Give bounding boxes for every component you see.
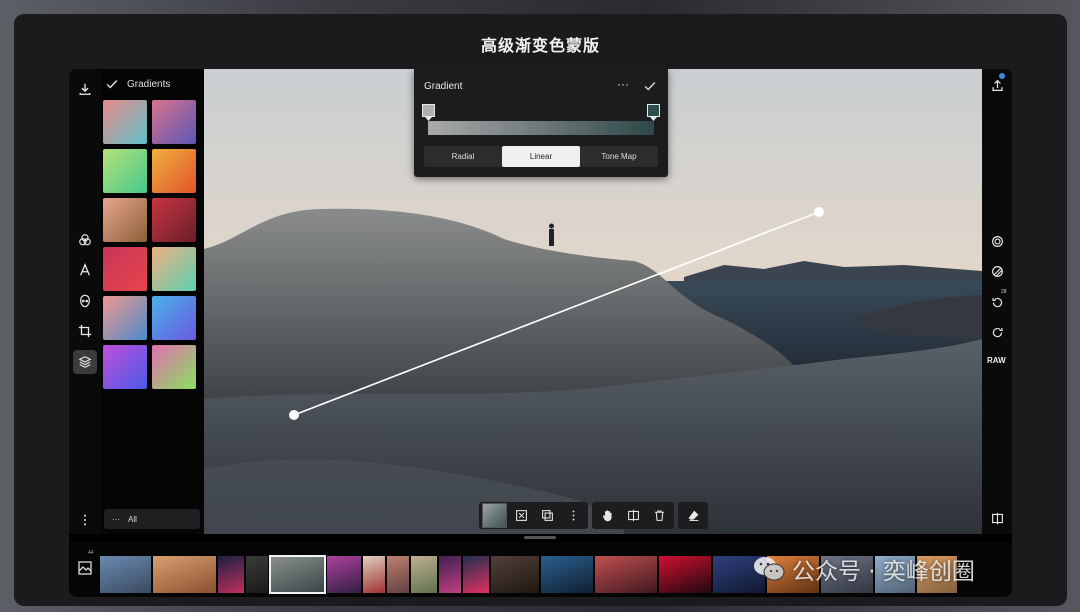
gradient-swatch[interactable] <box>152 296 196 340</box>
gradient-swatch[interactable] <box>152 198 196 242</box>
gradient-bar[interactable] <box>428 121 654 135</box>
filmstrip-thumbnail[interactable] <box>463 556 489 593</box>
tab-linear[interactable]: Linear <box>502 146 580 167</box>
fit-icon[interactable] <box>509 504 533 528</box>
watermark-text: 公众号 · 奕峰创圈 <box>792 559 975 585</box>
layers-icon[interactable] <box>73 350 97 374</box>
gradients-title: Gradients <box>127 78 171 90</box>
gradient-swatch[interactable] <box>103 198 147 242</box>
filmstrip-thumbnail[interactable] <box>411 556 437 593</box>
tab-radial[interactable]: Radial <box>424 146 502 167</box>
more-icon[interactable] <box>561 504 585 528</box>
slide-title: 高级渐变色蒙版 <box>480 36 600 55</box>
filmstrip-thumbnail[interactable] <box>595 556 657 593</box>
gradient-confirm-icon[interactable] <box>643 79 657 93</box>
spiral-icon[interactable] <box>988 232 1006 250</box>
mask-thumbnail[interactable] <box>482 503 507 528</box>
download-icon[interactable] <box>73 77 97 101</box>
left-toolbar <box>69 69 101 534</box>
history-count: 28 <box>1001 289 1007 295</box>
mask-erase-group <box>678 502 708 529</box>
gradient-swatch[interactable] <box>103 296 147 340</box>
filmstrip-thumbnail[interactable] <box>218 556 244 593</box>
panel-drag-handle[interactable] <box>524 536 556 539</box>
slide-frame: 高级渐变色蒙版 Gradients ··· All Gradient ··· R… <box>14 14 1067 606</box>
photo-editor-app: Gradients ··· All Gradient ··· Radial Li… <box>69 69 1012 597</box>
right-toolbar: 28 RAW <box>982 69 1012 534</box>
filmstrip-thumbnail[interactable] <box>541 556 593 593</box>
hand-icon[interactable] <box>595 504 619 528</box>
face-icon[interactable] <box>73 289 97 313</box>
photo-count: 44 <box>88 550 94 556</box>
gradient-dialog: Gradient ··· Radial Linear Tone Map <box>414 69 668 177</box>
gradient-swatch[interactable] <box>103 345 147 389</box>
gradients-panel: Gradients <box>101 69 204 534</box>
blend-icon[interactable] <box>73 228 97 252</box>
crop-icon[interactable] <box>73 319 97 343</box>
gradient-stop-right[interactable] <box>647 104 660 121</box>
compare-icon[interactable] <box>988 509 1006 527</box>
filmstrip-thumbnail[interactable] <box>363 556 385 593</box>
gradient-swatch[interactable] <box>103 100 147 144</box>
tab-tone-map[interactable]: Tone Map <box>580 146 658 167</box>
filmstrip-thumbnail[interactable] <box>659 556 711 593</box>
confirm-check-icon[interactable] <box>105 77 119 91</box>
filmstrip-thumbnail[interactable] <box>491 556 539 593</box>
mask-edit-group <box>592 502 674 529</box>
all-label: All <box>128 514 137 524</box>
filmstrip-thumbnail[interactable] <box>387 556 409 593</box>
gradient-type-tabs: Radial Linear Tone Map <box>424 146 658 167</box>
undo-icon[interactable] <box>988 323 1006 341</box>
notification-dot <box>999 73 1005 79</box>
gradient-swatch[interactable] <box>103 247 147 291</box>
all-dots: ··· <box>112 514 120 524</box>
filmstrip-thumbnail[interactable] <box>246 556 268 593</box>
filmstrip-thumbnail[interactable] <box>100 556 151 593</box>
wechat-logo-icon <box>754 557 785 581</box>
mask-toolbar <box>479 502 708 529</box>
gallery-icon[interactable] <box>77 560 93 576</box>
duplicate-icon[interactable] <box>535 504 559 528</box>
split-icon[interactable] <box>621 504 645 528</box>
gradient-swatch[interactable] <box>152 100 196 144</box>
gradient-more-icon[interactable]: ··· <box>617 77 629 91</box>
gradient-dialog-title: Gradient <box>424 81 463 92</box>
slash-circle-icon[interactable] <box>988 262 1006 280</box>
more-vertical-icon[interactable] <box>78 513 92 527</box>
gradient-swatch[interactable] <box>152 149 196 193</box>
mask-tools-group <box>479 502 588 529</box>
raw-label[interactable]: RAW <box>987 356 1006 365</box>
filmstrip-thumbnail[interactable] <box>327 556 361 593</box>
all-filter-button[interactable]: ··· All <box>104 509 200 529</box>
eraser-icon[interactable] <box>681 504 705 528</box>
filmstrip-thumbnail[interactable] <box>269 555 326 594</box>
history-icon[interactable] <box>988 293 1006 311</box>
trash-icon[interactable] <box>647 504 671 528</box>
filmstrip-thumbnail[interactable] <box>439 556 461 593</box>
watermark: 公众号 · 奕峰创圈 <box>752 552 975 586</box>
gradient-swatch[interactable] <box>152 345 196 389</box>
gradient-swatch[interactable] <box>103 149 147 193</box>
text-icon[interactable] <box>73 258 97 282</box>
gradients-header: Gradients <box>105 77 170 91</box>
gradient-stop-left[interactable] <box>422 104 435 121</box>
filmstrip-thumbnail[interactable] <box>153 556 216 593</box>
gradient-swatch[interactable] <box>152 247 196 291</box>
